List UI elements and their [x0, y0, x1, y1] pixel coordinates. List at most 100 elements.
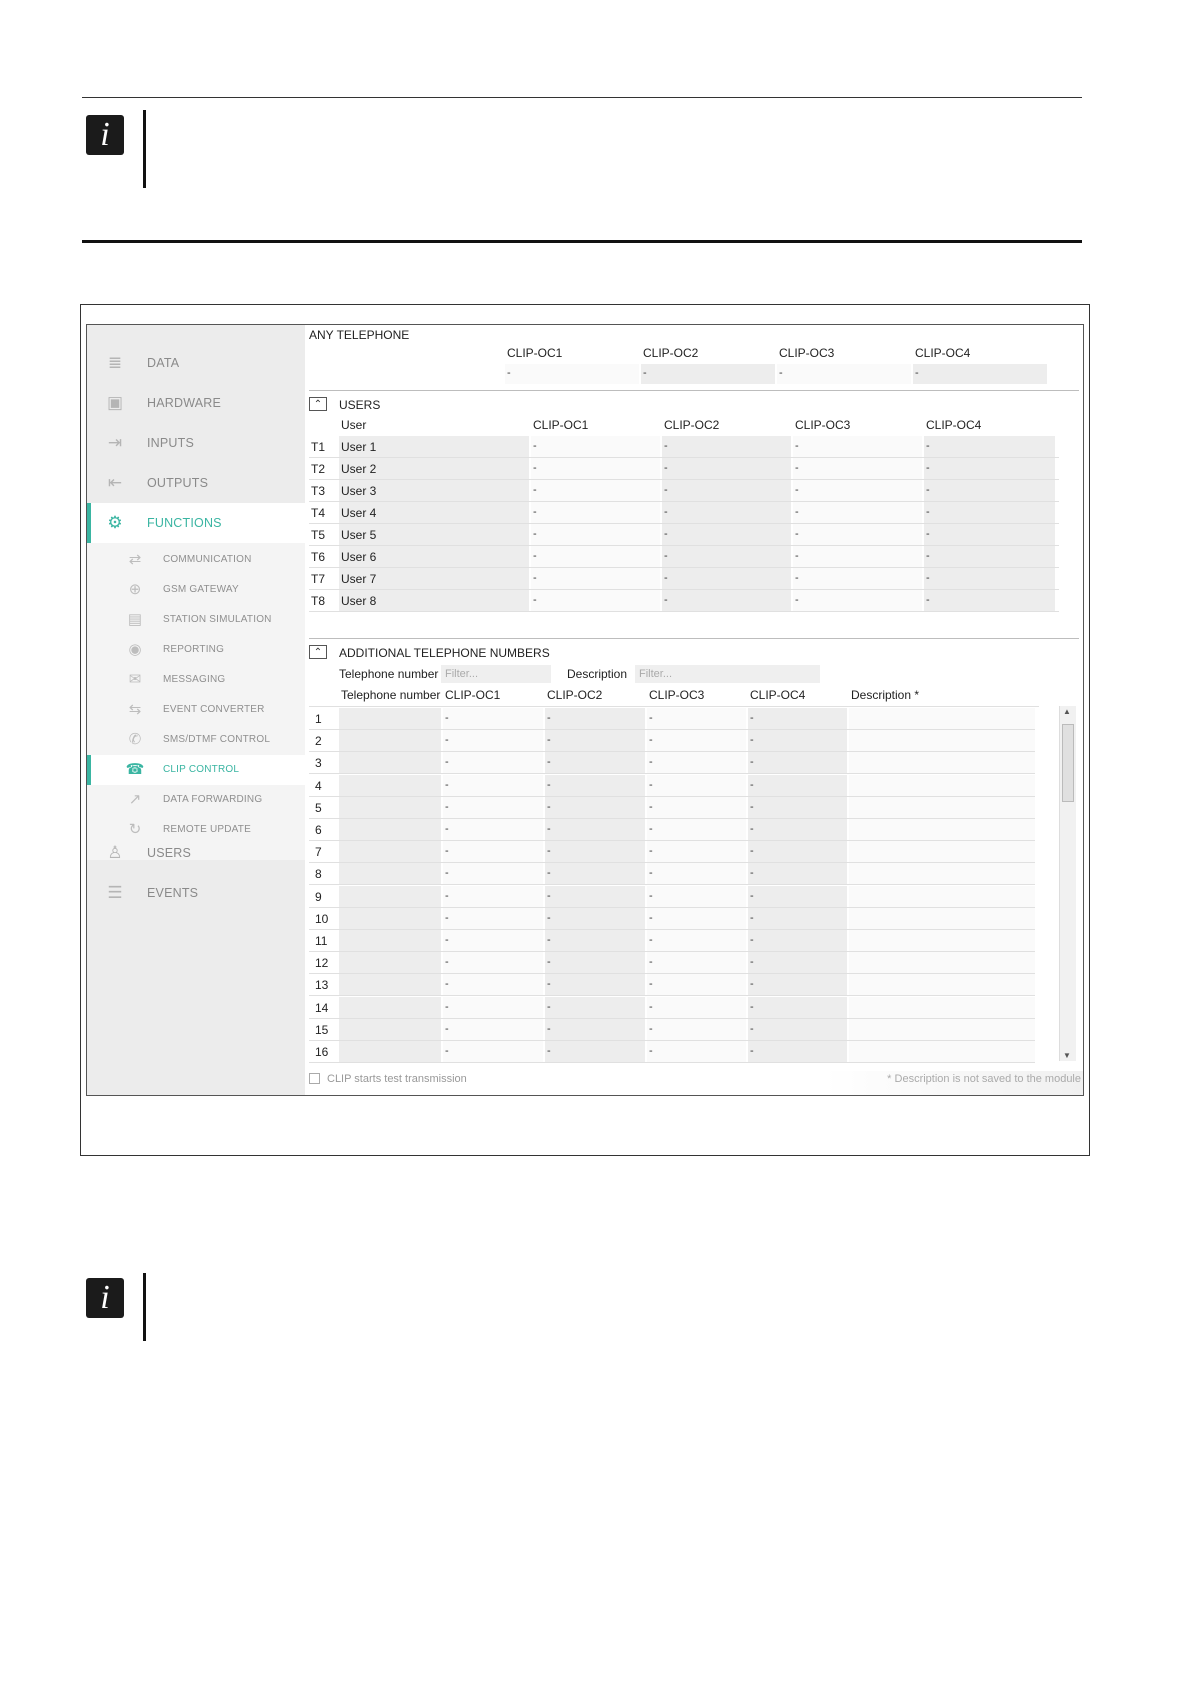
description-cell[interactable] — [849, 952, 1035, 974]
users-user-cell[interactable]: User 1 — [339, 436, 529, 457]
additional-clip-cell[interactable]: - — [545, 819, 645, 840]
additional-clip-cell[interactable]: - — [647, 730, 746, 752]
telephone-number-cell[interactable] — [339, 907, 441, 929]
sidebar-subitem-messaging[interactable]: ✉ MESSAGING — [87, 665, 305, 695]
collapse-additional-button[interactable]: ⌃ — [309, 645, 327, 659]
users-clip-cell[interactable]: - — [793, 546, 922, 567]
additional-clip-cell[interactable]: - — [443, 952, 543, 974]
description-cell[interactable] — [849, 752, 1035, 774]
additional-clip-cell[interactable]: - — [748, 952, 847, 974]
users-clip-cell[interactable]: - — [662, 436, 791, 457]
sidebar-subitem-remote-update[interactable]: ↻ REMOTE UPDATE — [87, 815, 305, 845]
users-clip-cell[interactable]: - — [793, 502, 922, 523]
additional-clip-cell[interactable]: - — [647, 708, 746, 729]
additional-clip-cell[interactable]: - — [748, 930, 847, 951]
additional-clip-cell[interactable]: - — [545, 752, 645, 774]
telephone-number-cell[interactable] — [339, 774, 441, 796]
description-cell[interactable] — [849, 974, 1035, 996]
telephone-number-cell[interactable] — [339, 752, 441, 774]
telephone-number-cell[interactable] — [339, 930, 441, 951]
additional-clip-cell[interactable]: - — [647, 1041, 746, 1062]
scroll-up-arrow[interactable]: ▲ — [1063, 707, 1071, 716]
additional-clip-cell[interactable]: - — [545, 930, 645, 951]
sidebar-item-outputs[interactable]: ⇤ OUTPUTS — [87, 463, 305, 503]
users-clip-cell[interactable]: - — [531, 480, 660, 501]
users-clip-cell[interactable]: - — [793, 480, 922, 501]
additional-clip-cell[interactable]: - — [545, 863, 645, 885]
users-clip-cell[interactable]: - — [924, 502, 1055, 523]
additional-clip-cell[interactable]: - — [545, 796, 645, 818]
telephone-number-cell[interactable] — [339, 841, 441, 863]
additional-clip-cell[interactable]: - — [647, 930, 746, 951]
users-user-cell[interactable]: User 7 — [339, 568, 529, 589]
additional-clip-cell[interactable]: - — [545, 974, 645, 996]
description-cell[interactable] — [849, 819, 1035, 840]
sidebar-item-events[interactable]: ☰ EVENTS — [87, 873, 305, 913]
telephone-number-cell[interactable] — [339, 996, 441, 1018]
additional-clip-cell[interactable]: - — [545, 1018, 645, 1040]
description-cell[interactable] — [849, 796, 1035, 818]
any-telephone-cell[interactable]: - — [505, 364, 639, 384]
additional-clip-cell[interactable]: - — [443, 1041, 543, 1062]
additional-clip-cell[interactable]: - — [647, 774, 746, 796]
additional-clip-cell[interactable]: - — [647, 907, 746, 929]
telephone-number-cell[interactable] — [339, 863, 441, 885]
users-clip-cell[interactable]: - — [924, 524, 1055, 545]
additional-clip-cell[interactable]: - — [443, 974, 543, 996]
users-clip-cell[interactable]: - — [924, 458, 1055, 479]
users-clip-cell[interactable]: - — [531, 502, 660, 523]
additional-clip-cell[interactable]: - — [443, 819, 543, 840]
additional-clip-cell[interactable]: - — [748, 1018, 847, 1040]
additional-clip-cell[interactable]: - — [748, 907, 847, 929]
additional-clip-cell[interactable]: - — [545, 907, 645, 929]
description-cell[interactable] — [849, 1041, 1035, 1062]
additional-clip-cell[interactable]: - — [545, 774, 645, 796]
users-clip-cell[interactable]: - — [662, 502, 791, 523]
collapse-users-button[interactable]: ⌃ — [309, 397, 327, 411]
additional-clip-cell[interactable]: - — [545, 952, 645, 974]
description-cell[interactable] — [849, 730, 1035, 752]
users-clip-cell[interactable]: - — [662, 458, 791, 479]
sidebar-subitem-event-converter[interactable]: ⇆ EVENT CONVERTER — [87, 695, 305, 725]
users-clip-cell[interactable]: - — [662, 590, 791, 611]
additional-clip-cell[interactable]: - — [443, 996, 543, 1018]
sidebar-subitem-sms-dtmf-control[interactable]: ✆ SMS/DTMF CONTROL — [87, 725, 305, 755]
telephone-number-cell[interactable] — [339, 1018, 441, 1040]
description-cell[interactable] — [849, 1018, 1035, 1040]
sidebar-subitem-clip-control[interactable]: ☎ CLIP CONTROL — [87, 755, 305, 785]
users-clip-cell[interactable]: - — [793, 590, 922, 611]
users-clip-cell[interactable]: - — [531, 436, 660, 457]
additional-clip-cell[interactable]: - — [647, 974, 746, 996]
sidebar-subitem-data-forwarding[interactable]: ↗ DATA FORWARDING — [87, 785, 305, 815]
users-clip-cell[interactable]: - — [531, 590, 660, 611]
users-user-cell[interactable]: User 6 — [339, 546, 529, 567]
additional-clip-cell[interactable]: - — [545, 885, 645, 907]
description-cell[interactable] — [849, 841, 1035, 863]
additional-clip-cell[interactable]: - — [443, 752, 543, 774]
users-clip-cell[interactable]: - — [531, 524, 660, 545]
users-clip-cell[interactable]: - — [793, 568, 922, 589]
additional-clip-cell[interactable]: - — [748, 752, 847, 774]
scroll-down-arrow[interactable]: ▼ — [1063, 1051, 1071, 1060]
additional-clip-cell[interactable]: - — [748, 708, 847, 729]
telephone-number-cell[interactable] — [339, 708, 441, 729]
additional-clip-cell[interactable]: - — [545, 841, 645, 863]
users-clip-cell[interactable]: - — [924, 546, 1055, 567]
additional-clip-cell[interactable]: - — [647, 885, 746, 907]
telephone-number-cell[interactable] — [339, 730, 441, 752]
additional-clip-cell[interactable]: - — [647, 996, 746, 1018]
additional-clip-cell[interactable]: - — [748, 730, 847, 752]
users-clip-cell[interactable]: - — [924, 590, 1055, 611]
telephone-number-cell[interactable] — [339, 1041, 441, 1062]
vertical-scrollbar[interactable]: ▲ ▼ — [1059, 706, 1076, 1061]
additional-clip-cell[interactable]: - — [748, 841, 847, 863]
sidebar-subitem-gsm-gateway[interactable]: ⊕ GSM GATEWAY — [87, 575, 305, 605]
users-clip-cell[interactable]: - — [662, 480, 791, 501]
telephone-number-cell[interactable] — [339, 885, 441, 907]
users-clip-cell[interactable]: - — [793, 436, 922, 457]
additional-clip-cell[interactable]: - — [443, 796, 543, 818]
telephone-number-cell[interactable] — [339, 974, 441, 996]
sidebar-subitem-reporting[interactable]: ◉ REPORTING — [87, 635, 305, 665]
additional-clip-cell[interactable]: - — [545, 708, 645, 729]
users-user-cell[interactable]: User 4 — [339, 502, 529, 523]
